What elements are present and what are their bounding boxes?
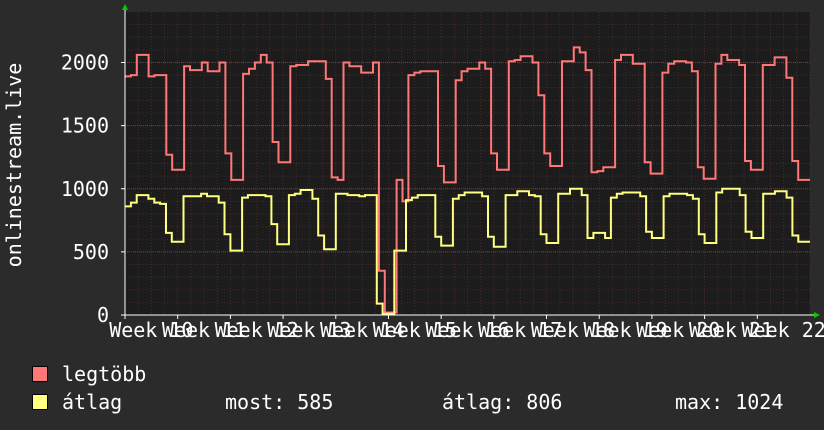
- legend-label-legtobb: legtöbb: [62, 362, 147, 386]
- legend-swatch-legtobb: [32, 366, 48, 382]
- x-tick-label: Week 22: [742, 318, 824, 340]
- stat-current: most: 585: [225, 390, 334, 414]
- y-axis-arrow: [122, 4, 128, 10]
- stat-average: átlag: 806: [442, 390, 563, 414]
- y-axis-label: onlinestream.live: [2, 62, 26, 268]
- legend-item-legtobb: legtöbb: [32, 362, 146, 386]
- y-tick-label: 1500: [61, 114, 109, 138]
- legend-label-atlag: átlag: [62, 390, 123, 414]
- chart: 0500100015002000Week 10Week 11Week 12Wee…: [61, 4, 824, 340]
- y-tick-label: 0: [97, 303, 109, 327]
- legend-swatch-atlag: [32, 394, 48, 410]
- legend-item-atlag: átlag: [32, 390, 122, 414]
- stat-max: max: 1024: [675, 390, 784, 414]
- y-tick-label: 500: [73, 240, 109, 264]
- y-tick-label: 2000: [61, 51, 109, 75]
- y-tick-label: 1000: [61, 177, 109, 201]
